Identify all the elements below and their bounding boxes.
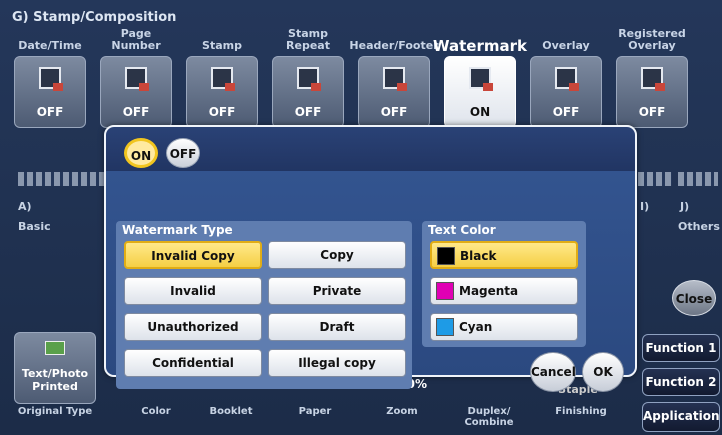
tab-header-footer[interactable]: Header/Footer OFF [349, 26, 439, 136]
category-strip [638, 172, 672, 186]
type-confidential[interactable]: Confidential [124, 349, 262, 377]
category-strip [678, 172, 718, 186]
tab-status: OFF [122, 105, 150, 119]
header-footer-icon [383, 67, 407, 91]
watermark-type-group: Watermark Type Invalid Copy Copy Invalid… [116, 221, 412, 389]
tab-status: OFF [294, 105, 322, 119]
color-name: Black [460, 249, 497, 263]
on-button[interactable]: ON [124, 138, 158, 168]
color-name: Cyan [459, 320, 493, 334]
tab-label: Date/Time [18, 39, 82, 52]
zoom-label: Zoom [386, 406, 418, 417]
type-illegal-copy[interactable]: Illegal copy [268, 349, 406, 377]
tab-stamp-repeat[interactable]: Stamp Repeat OFF [268, 26, 348, 136]
cancel-button[interactable]: Cancel [530, 352, 576, 392]
tab-label: Stamp Repeat [286, 27, 330, 52]
paper-label: Paper [298, 406, 332, 417]
text-color-label: Text Color [428, 223, 496, 237]
tab-label: Header/Footer [349, 39, 439, 52]
overlay-icon [555, 67, 579, 91]
date-stamp-icon [39, 67, 63, 91]
tab-label: Page Number [111, 27, 161, 52]
stamp-icon [211, 67, 235, 91]
category-basic[interactable]: Basic [18, 220, 51, 233]
black-swatch [437, 247, 455, 265]
ok-button[interactable]: OK [582, 352, 624, 392]
color-name: Magenta [459, 284, 519, 298]
original-type-label: Original Type [17, 406, 93, 417]
finishing-label: Finishing [555, 406, 607, 417]
text-color-group: Text Color Black Magenta Cyan [422, 221, 586, 347]
type-draft[interactable]: Draft [268, 313, 406, 341]
registered-overlay-icon [641, 67, 665, 91]
tab-label: Registered Overlay [618, 27, 686, 52]
tab-status: OFF [208, 105, 236, 119]
tab-status: OFF [380, 105, 408, 119]
color-magenta[interactable]: Magenta [430, 277, 578, 305]
type-invalid[interactable]: Invalid [124, 277, 262, 305]
function1-button[interactable]: Function 1 [642, 334, 720, 362]
category-i-label: I) [640, 200, 650, 213]
document-icon [45, 341, 65, 355]
off-button[interactable]: OFF [166, 138, 200, 168]
tab-label: Stamp [202, 39, 242, 52]
category-others[interactable]: Others [678, 220, 720, 233]
tab-page-number[interactable]: Page Number OFF [96, 26, 176, 136]
close-button[interactable]: Close [672, 280, 716, 316]
category-j-label: J) [680, 200, 690, 213]
type-copy[interactable]: Copy [268, 241, 406, 269]
application-button[interactable]: Application [642, 402, 720, 432]
tab-watermark[interactable]: Watermark ON [433, 26, 527, 136]
category-strip [18, 172, 108, 186]
dialog-header: ON OFF [106, 127, 635, 171]
stamp-repeat-icon [297, 67, 321, 91]
dialog-body: Watermark Type Invalid Copy Copy Invalid… [106, 171, 635, 389]
function2-button[interactable]: Function 2 [642, 368, 720, 396]
tab-status: OFF [552, 105, 580, 119]
tab-registered-overlay[interactable]: Registered Overlay OFF [612, 26, 692, 136]
watermark-type-label: Watermark Type [122, 223, 233, 237]
original-type-button[interactable]: Text/Photo Printed [14, 332, 96, 404]
type-invalid-copy[interactable]: Invalid Copy [124, 241, 262, 269]
tab-stamp[interactable]: Stamp OFF [182, 26, 262, 136]
tab-status: ON [469, 105, 491, 119]
color-black[interactable]: Black [430, 241, 578, 269]
original-type-value: Text/Photo Printed [21, 367, 89, 393]
watermark-icon [469, 67, 493, 91]
tab-label: Overlay [542, 39, 590, 52]
tab-status: OFF [638, 105, 666, 119]
type-unauthorized[interactable]: Unauthorized [124, 313, 262, 341]
tab-status: OFF [36, 105, 64, 119]
tab-label: Watermark [433, 37, 527, 55]
tab-date-time[interactable]: Date/Time OFF [10, 26, 90, 136]
tab-overlay[interactable]: Overlay OFF [526, 26, 606, 136]
stamp-tab-bar: Date/Time OFF Page Number OFF Stamp OFF … [10, 26, 710, 136]
page-number-icon [125, 67, 149, 91]
magenta-swatch [436, 282, 454, 300]
section-title: G) Stamp/Composition [12, 10, 177, 25]
booklet-label: Booklet [209, 406, 253, 417]
duplex-label: Duplex/ Combine [464, 406, 514, 428]
type-private[interactable]: Private [268, 277, 406, 305]
category-a-label: A) [18, 200, 32, 213]
watermark-dialog: ON OFF Watermark Type Invalid Copy Copy … [104, 125, 637, 389]
color-cyan[interactable]: Cyan [430, 313, 578, 341]
cyan-swatch [436, 318, 454, 336]
